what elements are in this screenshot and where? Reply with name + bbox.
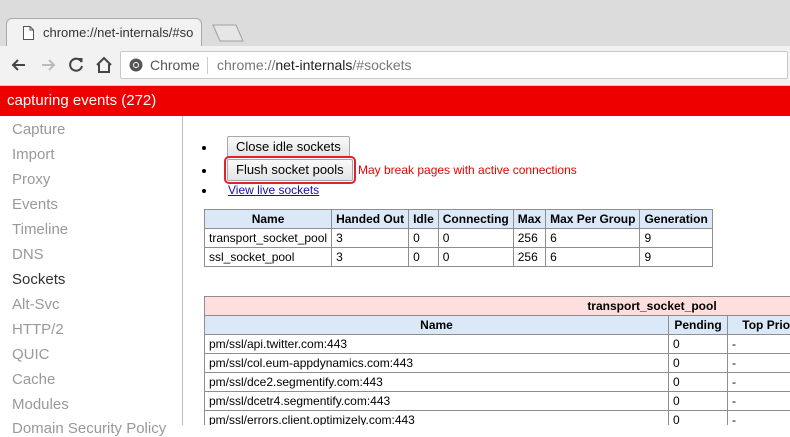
- table-cell: -: [728, 411, 790, 426]
- socket-pool-summary-table: Name Handed Out Idle Connecting Max Max …: [204, 209, 713, 267]
- forward-arrow-icon[interactable]: [38, 55, 58, 75]
- column-header: Idle: [409, 210, 439, 229]
- sidebar-item-quic[interactable]: QUIC: [12, 346, 50, 363]
- table-cell: 3: [332, 229, 409, 248]
- sidebar-item-capture[interactable]: Capture: [12, 121, 65, 138]
- home-icon[interactable]: [94, 55, 114, 75]
- sidebar-item-proxy[interactable]: Proxy: [12, 171, 50, 188]
- table-cell: 3: [332, 248, 409, 267]
- toolbar: Chrome chrome://net-internals/#sockets: [0, 46, 790, 86]
- table-cell: 0: [669, 373, 728, 392]
- table-cell: 0: [669, 411, 728, 426]
- bullet: [202, 146, 206, 150]
- table-cell: 6: [546, 229, 640, 248]
- sidebar-item-cache[interactable]: Cache: [12, 371, 55, 388]
- sidebar-item-dns[interactable]: DNS: [12, 246, 44, 263]
- table-cell: 256: [513, 229, 545, 248]
- address-bar[interactable]: Chrome chrome://net-internals/#sockets: [120, 51, 788, 79]
- column-header: Generation: [640, 210, 712, 229]
- reload-icon[interactable]: [66, 55, 86, 75]
- table-cell: -: [728, 373, 790, 392]
- column-header: Pending: [669, 316, 728, 335]
- column-header: Max Per Group: [546, 210, 640, 229]
- bullet: [202, 189, 206, 193]
- table-cell: transport_socket_pool: [205, 229, 332, 248]
- scheme-label: Chrome: [150, 57, 200, 73]
- sockets-view: Close idle sockets Flush socket pools Ma…: [184, 116, 790, 425]
- table-cell: ssl_socket_pool: [205, 248, 332, 267]
- new-tab-button[interactable]: [212, 24, 244, 42]
- table-cell: -: [728, 354, 790, 373]
- table-cell: 9: [640, 229, 712, 248]
- table-cell: -: [728, 392, 790, 411]
- url-host: net-internals: [275, 57, 352, 73]
- pool-table-caption: transport_socket_pool: [205, 297, 790, 316]
- sidebar: Capture Import Proxy Events Timeline DNS…: [0, 116, 183, 425]
- column-header: Max: [513, 210, 545, 229]
- capture-status-bar: capturing events (272): [0, 86, 790, 116]
- table-header-row: Name Pending Top Priority: [205, 316, 790, 335]
- omnibox-separator: [207, 57, 208, 74]
- sidebar-item-import[interactable]: Import: [12, 146, 55, 163]
- page-icon: [23, 26, 34, 40]
- table-row: transport_socket_pool 3 0 0 256 6 9: [205, 229, 713, 248]
- column-header: Top Priority: [728, 316, 790, 335]
- flush-socket-pools-button[interactable]: Flush socket pools: [227, 159, 353, 181]
- transport-socket-pool-table: transport_socket_pool Name Pending Top P…: [204, 296, 790, 425]
- sidebar-item-domain-security-policy[interactable]: Domain Security Policy: [12, 420, 166, 437]
- table-cell: pm/ssl/col.eum-appdynamics.com:443: [205, 354, 669, 373]
- table-row: pm/ssl/dcetr4.segmentify.com:443 0 -: [205, 392, 790, 411]
- sidebar-item-alt-svc[interactable]: Alt-Svc: [12, 296, 60, 313]
- column-header: Connecting: [438, 210, 513, 229]
- url-text: chrome://net-internals/#sockets: [217, 57, 412, 73]
- table-cell: pm/ssl/errors.client.optimizely.com:443: [205, 411, 669, 426]
- sidebar-item-http2[interactable]: HTTP/2: [12, 321, 64, 338]
- table-cell: 0: [438, 248, 513, 267]
- table-cell: 9: [640, 248, 712, 267]
- back-arrow-icon[interactable]: [9, 55, 29, 75]
- sidebar-item-events[interactable]: Events: [12, 196, 58, 213]
- table-cell: pm/ssl/dce2.segmentify.com:443: [205, 373, 669, 392]
- table-caption-row: transport_socket_pool: [205, 297, 790, 316]
- table-cell: -: [728, 335, 790, 354]
- view-live-sockets-link[interactable]: View live sockets: [228, 183, 319, 197]
- close-idle-sockets-button[interactable]: Close idle sockets: [227, 136, 350, 158]
- column-header: Name: [205, 210, 332, 229]
- column-header: Handed Out: [332, 210, 409, 229]
- flush-warning-text: May break pages with active connections: [358, 163, 577, 177]
- table-cell: pm/ssl/dcetr4.segmentify.com:443: [205, 392, 669, 411]
- table-cell: 0: [669, 335, 728, 354]
- url-path: /#sockets: [352, 57, 411, 73]
- chrome-icon: [129, 58, 143, 72]
- table-row: pm/ssl/api.twitter.com:443 0 -: [205, 335, 790, 354]
- table-cell: 0: [669, 392, 728, 411]
- sidebar-item-modules[interactable]: Modules: [12, 396, 69, 413]
- table-cell: 0: [438, 229, 513, 248]
- url-prefix: chrome://: [217, 57, 275, 73]
- sidebar-item-timeline[interactable]: Timeline: [12, 221, 68, 238]
- tab-title: chrome://net-internals/#so: [43, 25, 193, 40]
- table-row: pm/ssl/errors.client.optimizely.com:443 …: [205, 411, 790, 426]
- table-cell: pm/ssl/api.twitter.com:443: [205, 335, 669, 354]
- table-row: ssl_socket_pool 3 0 0 256 6 9: [205, 248, 713, 267]
- table-cell: 0: [409, 248, 439, 267]
- tab-strip: chrome://net-internals/#so: [0, 0, 790, 47]
- table-cell: 6: [546, 248, 640, 267]
- sidebar-item-sockets[interactable]: Sockets: [12, 271, 65, 288]
- table-cell: 0: [669, 354, 728, 373]
- bullet: [202, 169, 206, 173]
- table-row: pm/ssl/dce2.segmentify.com:443 0 -: [205, 373, 790, 392]
- table-header-row: Name Handed Out Idle Connecting Max Max …: [205, 210, 713, 229]
- table-cell: 0: [409, 229, 439, 248]
- table-cell: 256: [513, 248, 545, 267]
- column-header: Name: [205, 316, 669, 335]
- browser-tab[interactable]: chrome://net-internals/#so: [6, 18, 202, 46]
- table-row: pm/ssl/col.eum-appdynamics.com:443 0 -: [205, 354, 790, 373]
